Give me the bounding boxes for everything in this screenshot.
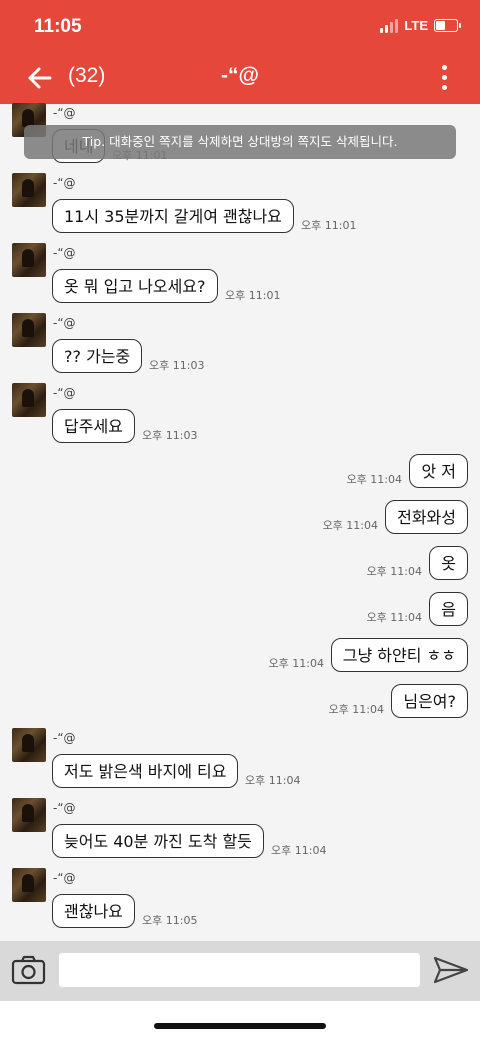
message-time: 오후 11:03: [142, 429, 198, 442]
chat-header: (32) -“@: [0, 52, 480, 104]
sender-name: -“@: [53, 386, 76, 400]
message-time: 오후 11:03: [149, 359, 205, 372]
avatar[interactable]: [12, 798, 46, 832]
message-bubble[interactable]: 저도 밝은색 바지에 티요: [52, 754, 239, 788]
camera-icon[interactable]: [11, 954, 46, 986]
sender-name: -“@: [53, 316, 76, 330]
home-area: [0, 1001, 480, 1039]
avatar[interactable]: [12, 728, 46, 762]
message-bubble[interactable]: 늦어도 40분 까진 도착 할듯: [52, 824, 264, 858]
message-bubble-own[interactable]: 옷: [429, 546, 468, 580]
message-bubble-own[interactable]: 앗 저: [409, 454, 468, 488]
message-time: 오후 11:04: [268, 657, 324, 670]
message-time: 오후 11:05: [142, 914, 198, 927]
status-indicators: LTE: [380, 18, 461, 33]
message-bubble-own[interactable]: 전화와성: [385, 500, 468, 534]
message-bubble-own[interactable]: 님은여?: [391, 684, 468, 718]
avatar[interactable]: [12, 313, 46, 347]
sender-name: -“@: [53, 731, 76, 745]
message-time: 오후 11:04: [245, 774, 301, 787]
message-bubble-own[interactable]: 음: [429, 592, 468, 626]
battery-level: [436, 21, 445, 30]
message-time: 오후 11:04: [328, 703, 384, 716]
send-icon[interactable]: [433, 955, 469, 985]
sender-name: -“@: [53, 176, 76, 190]
avatar[interactable]: [12, 173, 46, 207]
message-input[interactable]: [59, 953, 420, 987]
message-time: 오후 11:01: [225, 289, 281, 302]
message-bubble-own[interactable]: 그냥 하얀티 ㅎㅎ: [330, 638, 468, 672]
more-vertical-icon[interactable]: [442, 65, 448, 91]
message-time: 오후 11:04: [366, 611, 422, 624]
status-time: 11:05: [34, 16, 82, 37]
composer-bar: [0, 941, 480, 1001]
home-indicator[interactable]: [154, 1023, 326, 1029]
signal-icon: [380, 18, 399, 33]
sender-name: -“@: [53, 106, 76, 120]
message-time: 오후 11:04: [322, 519, 378, 532]
message-time: 오후 11:01: [301, 219, 357, 232]
sender-name: -“@: [53, 801, 76, 815]
sender-name: -“@: [53, 246, 76, 260]
sender-name: -“@: [53, 871, 76, 885]
chat-title: -“@: [221, 64, 259, 87]
avatar[interactable]: [12, 868, 46, 902]
message-bubble[interactable]: 괜찮나요: [52, 894, 135, 928]
message-bubble[interactable]: 11시 35분까지 갈게여 괜찮나요: [52, 199, 294, 233]
message-bubble[interactable]: 옷 뭐 입고 나오세요?: [52, 269, 218, 303]
message-time: 오후 11:04: [346, 473, 402, 486]
battery-icon: [434, 19, 461, 32]
message-time: 오후 11:04: [271, 844, 327, 857]
avatar[interactable]: [12, 383, 46, 417]
network-label: LTE: [404, 18, 428, 33]
message-bubble[interactable]: ?? 가는중: [52, 339, 143, 373]
avatar[interactable]: [12, 243, 46, 277]
tip-banner: Tip. 대화중인 쪽지를 삭제하면 상대방의 쪽지도 삭제됩니다.: [24, 125, 456, 159]
message-time: 오후 11:04: [366, 565, 422, 578]
status-bar: 11:05 LTE: [0, 0, 480, 52]
message-bubble[interactable]: 답주세요: [52, 409, 135, 443]
